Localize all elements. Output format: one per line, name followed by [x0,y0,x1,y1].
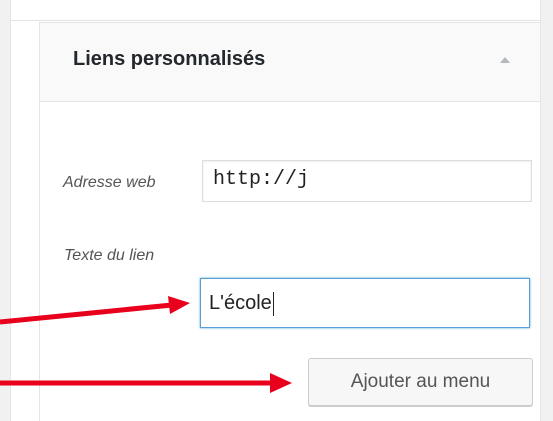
link-text-input[interactable]: L'école [200,278,530,328]
left-background [0,0,10,421]
collapse-arrow-icon[interactable] [500,57,510,63]
url-input[interactable]: http://j [202,160,532,202]
right-background [541,0,553,421]
section-title: Liens personnalisés [73,48,266,70]
custom-links-section-body: Adresse web http://j Texte du lien L'éco… [39,102,540,421]
menu-items-panel: Liens personnalisés Adresse web http://j… [10,0,541,421]
text-caret [272,291,274,316]
previous-section-edge [11,0,540,21]
custom-links-section-header[interactable]: Liens personnalisés [39,22,540,102]
url-label: Adresse web [63,174,156,191]
url-input-value: http://j [213,168,310,191]
add-to-menu-button[interactable]: Ajouter au menu [308,358,533,406]
link-text-input-value: L'école [209,292,272,314]
link-text-label: Texte du lien [64,247,155,264]
